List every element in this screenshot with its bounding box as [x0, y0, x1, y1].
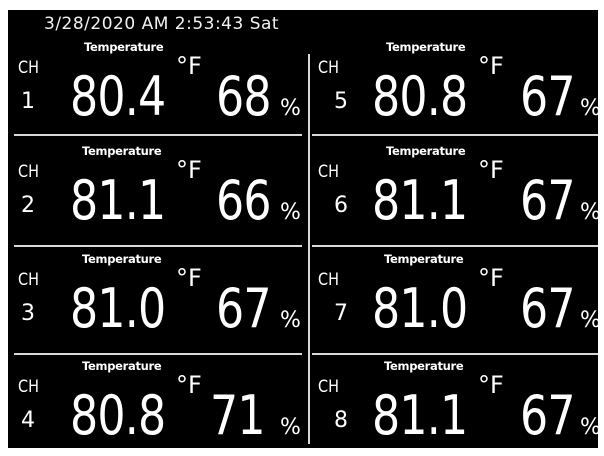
- temperature-unit: °F: [176, 156, 202, 184]
- temperature-unit: °F: [478, 52, 504, 80]
- temperature-label: Temperature: [82, 359, 162, 373]
- channel-number: 3: [21, 301, 35, 326]
- temperature-label: Temperature: [386, 40, 466, 54]
- channel-8-panel: Temperature CH 8 81.1 °F 67 %: [314, 357, 598, 448]
- channel-label: CH: [18, 377, 39, 397]
- channel-label: CH: [318, 270, 339, 290]
- datetime-readout: 3/28/2020 AM 2:53:43 Sat: [44, 14, 280, 34]
- humidity-unit: %: [580, 202, 598, 224]
- row-divider: [14, 245, 302, 247]
- humidity-value: 67: [520, 169, 576, 232]
- channel-label: CH: [318, 58, 339, 78]
- channel-6-panel: Temperature CH 6 81.1 °F 67 %: [314, 142, 598, 242]
- column-divider: [308, 54, 310, 444]
- humidity-unit: %: [280, 415, 301, 440]
- humidity-value: 67: [216, 277, 272, 340]
- temperature-value: 81.1: [372, 384, 468, 447]
- temperature-unit: °F: [478, 156, 504, 184]
- humidity-unit: %: [580, 310, 598, 332]
- channel-number: 1: [21, 89, 35, 114]
- temperature-label: Temperature: [82, 252, 162, 266]
- channel-label: CH: [318, 377, 339, 397]
- temperature-unit: °F: [176, 52, 202, 80]
- channel-label: CH: [318, 162, 339, 182]
- channel-7-panel: Temperature CH 7 81.0 °F 67 %: [314, 250, 598, 350]
- channel-number: 7: [334, 301, 348, 326]
- row-divider: [312, 245, 598, 247]
- temperature-label: Temperature: [384, 359, 464, 373]
- temperature-value: 80.8: [372, 65, 468, 128]
- temperature-label: Temperature: [386, 144, 466, 158]
- channel-label: CH: [18, 270, 39, 290]
- temperature-value: 80.8: [70, 384, 166, 447]
- temperature-unit: °F: [176, 264, 202, 292]
- temperature-value: 81.0: [372, 277, 468, 340]
- humidity-unit: %: [580, 98, 598, 120]
- temperature-unit: °F: [478, 371, 504, 399]
- channel-2-panel: Temperature CH 2 81.1 °F 66 %: [14, 142, 304, 242]
- channel-number: 5: [334, 89, 348, 114]
- temperature-label: Temperature: [82, 144, 162, 158]
- humidity-unit: %: [280, 200, 301, 225]
- temperature-value: 81.0: [70, 277, 166, 340]
- temperature-value: 80.4: [70, 65, 166, 128]
- temperature-value: 81.1: [372, 169, 468, 232]
- channel-number: 6: [334, 193, 348, 218]
- humidity-value: 66: [216, 169, 272, 232]
- temperature-value: 81.1: [70, 169, 166, 232]
- channel-number: 8: [334, 408, 348, 433]
- humidity-value: 68: [216, 65, 272, 128]
- humidity-unit: %: [280, 308, 301, 333]
- channel-label: CH: [18, 58, 39, 78]
- sensor-display-screen: 3/28/2020 AM 2:53:43 Sat Temperature CH …: [8, 10, 598, 448]
- humidity-value: 67: [520, 277, 576, 340]
- channel-label: CH: [18, 162, 39, 182]
- channel-1-panel: Temperature CH 1 80.4 °F 68 %: [14, 38, 304, 138]
- humidity-unit: %: [280, 96, 301, 121]
- channel-5-panel: Temperature CH 5 80.8 °F 67 %: [314, 38, 598, 138]
- humidity-value: 67: [520, 384, 576, 447]
- channel-3-panel: Temperature CH 3 81.0 °F 67 %: [14, 250, 304, 350]
- channel-number: 2: [21, 193, 35, 218]
- humidity-value: 67: [520, 65, 576, 128]
- humidity-value: 71: [210, 384, 266, 447]
- channel-number: 4: [21, 408, 35, 433]
- channel-4-panel: Temperature CH 4 80.8 °F 71 %: [14, 357, 304, 448]
- temperature-label: Temperature: [384, 252, 464, 266]
- temperature-unit: °F: [176, 371, 202, 399]
- temperature-unit: °F: [478, 264, 504, 292]
- temperature-label: Temperature: [84, 40, 164, 54]
- row-divider: [14, 353, 302, 355]
- row-divider: [312, 353, 598, 355]
- humidity-unit: %: [580, 417, 598, 439]
